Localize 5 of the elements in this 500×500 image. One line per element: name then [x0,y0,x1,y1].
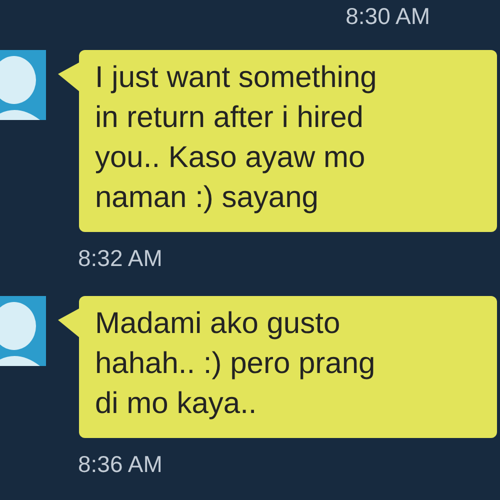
timestamp: 8:30 AM [346,2,430,30]
timestamp: 8:32 AM [78,245,162,271]
message-text: Madami ako gusto hahah.. :) pero prang di mo kaya.. [95,306,376,422]
message-text: I just want something in return after i hired you.. Kaso ayaw mo naman :) sayang [95,60,378,216]
timestamp: 8:36 AM [78,451,162,477]
